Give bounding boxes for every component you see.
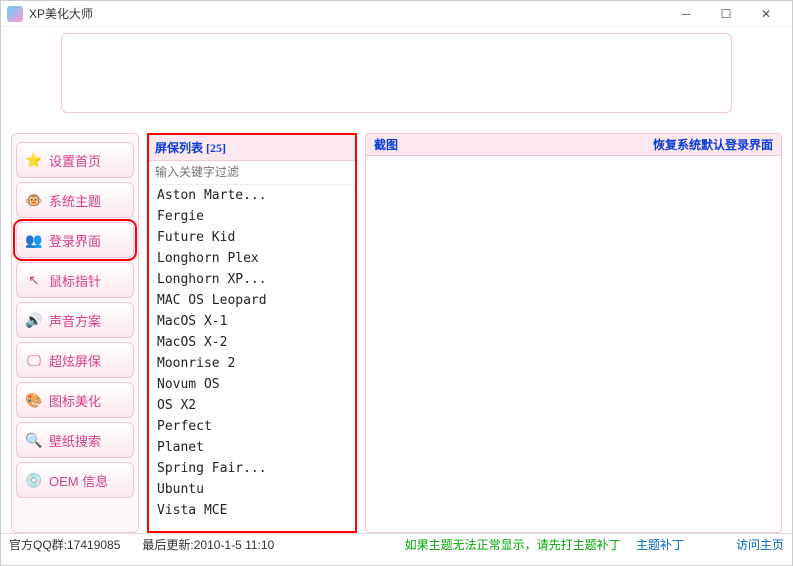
list-item[interactable]: Perfect <box>149 416 355 437</box>
list-scroll[interactable]: Aston Marte...FergieFuture KidLonghorn P… <box>149 185 355 531</box>
list-item[interactable]: Vista MCE <box>149 500 355 521</box>
star-icon: ⭐ <box>25 151 43 169</box>
list-item[interactable]: Novum OS <box>149 374 355 395</box>
palette-icon: 🎨 <box>25 391 43 409</box>
preview-header: 截图 恢复系统默认登录界面 <box>366 134 781 156</box>
cursor-icon: ↖ <box>25 271 43 289</box>
item-list-panel: 屏保列表 [25] Aston Marte...FergieFuture Kid… <box>147 133 357 533</box>
list-item[interactable]: Spring Fair... <box>149 458 355 479</box>
nav-wallpaper-search[interactable]: 🔍 壁纸搜索 <box>16 422 134 458</box>
nav-sound-scheme[interactable]: 🔊 声音方案 <box>16 302 134 338</box>
disc-icon: 💿 <box>25 471 43 489</box>
nav-label: 系统主题 <box>49 191 101 210</box>
monkey-icon: 🐵 <box>25 191 43 209</box>
preview-panel: 截图 恢复系统默认登录界面 <box>365 133 782 533</box>
main-area: ⭐ 设置首页 🐵 系统主题 👥 登录界面 ↖ 鼠标指针 🔊 声音方案 🖵 超炫屏… <box>11 133 782 533</box>
statusbar: 官方QQ群:17419085 最后更新:2010-1-5 11:10 如果主题无… <box>1 533 792 555</box>
theme-patch-link[interactable]: 主题补丁 <box>636 536 684 553</box>
list-item[interactable]: Moonrise 2 <box>149 353 355 374</box>
list-item[interactable]: MacOS X-2 <box>149 332 355 353</box>
search-icon: 🔍 <box>25 431 43 449</box>
banner-box <box>61 33 732 113</box>
minimize-button[interactable]: ─ <box>666 1 706 27</box>
reset-default-link[interactable]: 恢复系统默认登录界面 <box>653 136 773 153</box>
preview-title: 截图 <box>374 136 398 153</box>
nav-label: 壁纸搜索 <box>49 431 101 450</box>
list-item[interactable]: Ubuntu <box>149 479 355 500</box>
sidebar: ⭐ 设置首页 🐵 系统主题 👥 登录界面 ↖ 鼠标指针 🔊 声音方案 🖵 超炫屏… <box>11 133 139 533</box>
list-item[interactable]: Longhorn XP... <box>149 269 355 290</box>
list-item[interactable]: MAC OS Leopard <box>149 290 355 311</box>
app-icon <box>7 6 23 22</box>
nav-label: OEM 信息 <box>49 471 108 490</box>
nav-icon-beautify[interactable]: 🎨 图标美化 <box>16 382 134 418</box>
list-item[interactable]: OS X2 <box>149 395 355 416</box>
nav-system-theme[interactable]: 🐵 系统主题 <box>16 182 134 218</box>
nav-mouse-pointer[interactable]: ↖ 鼠标指针 <box>16 262 134 298</box>
nav-home[interactable]: ⭐ 设置首页 <box>16 142 134 178</box>
banner-area <box>11 33 782 127</box>
preview-body <box>366 156 781 532</box>
nav-label: 鼠标指针 <box>49 271 101 290</box>
list-item[interactable]: Fergie <box>149 206 355 227</box>
nav-screensaver[interactable]: 🖵 超炫屏保 <box>16 342 134 378</box>
window-title: XP美化大师 <box>29 5 666 22</box>
users-icon: 👥 <box>25 231 43 249</box>
list-item[interactable]: MacOS X-1 <box>149 311 355 332</box>
titlebar: XP美化大师 ─ ☐ ✕ <box>1 1 792 27</box>
list-item[interactable]: Future Kid <box>149 227 355 248</box>
status-updated: 最后更新:2010-1-5 11:10 <box>142 536 274 553</box>
status-warning: 如果主题无法正常显示，请先打主题补丁 <box>405 536 621 553</box>
nav-login-ui[interactable]: 👥 登录界面 <box>16 222 134 258</box>
list-header: 屏保列表 [25] <box>149 135 355 161</box>
speaker-icon: 🔊 <box>25 311 43 329</box>
list-item[interactable]: Planet <box>149 437 355 458</box>
monitor-icon: 🖵 <box>25 351 43 369</box>
nav-label: 登录界面 <box>49 231 101 250</box>
list-item[interactable]: Longhorn Plex <box>149 248 355 269</box>
filter-input[interactable] <box>149 161 355 185</box>
close-button[interactable]: ✕ <box>746 1 786 27</box>
nav-label: 超炫屏保 <box>49 351 101 370</box>
list-item[interactable]: Aston Marte... <box>149 185 355 206</box>
nav-label: 图标美化 <box>49 391 101 410</box>
maximize-button[interactable]: ☐ <box>706 1 746 27</box>
status-qq: 官方QQ群:17419085 <box>9 536 120 553</box>
nav-oem-info[interactable]: 💿 OEM 信息 <box>16 462 134 498</box>
nav-label: 声音方案 <box>49 311 101 330</box>
nav-label: 设置首页 <box>49 151 101 170</box>
homepage-link[interactable]: 访问主页 <box>736 536 784 553</box>
